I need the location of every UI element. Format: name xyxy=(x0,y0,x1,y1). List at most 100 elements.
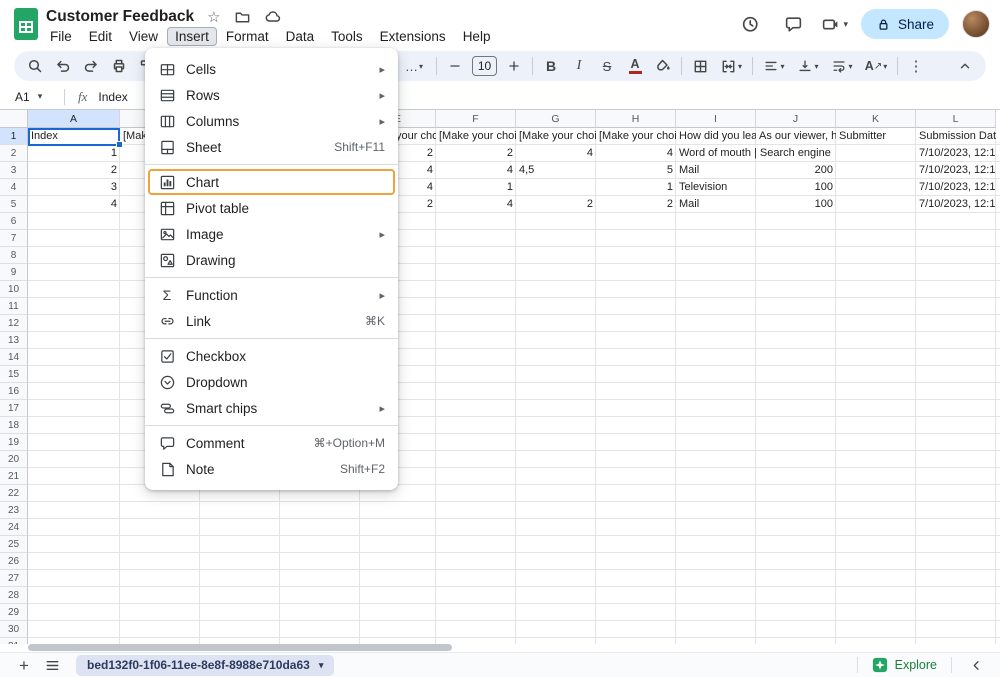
cell-I3[interactable]: Mail xyxy=(676,162,756,179)
row-header-30[interactable]: 30 xyxy=(0,621,28,638)
star-icon[interactable]: ☆ xyxy=(207,10,220,25)
row-header-8[interactable]: 8 xyxy=(0,247,28,264)
row-header-12[interactable]: 12 xyxy=(0,315,28,332)
sheets-logo-icon[interactable] xyxy=(13,7,39,41)
row-header-18[interactable]: 18 xyxy=(0,417,28,434)
column-header-L[interactable]: L xyxy=(916,110,996,128)
cell-I2[interactable]: Word of mouth | Search engine xyxy=(676,145,834,162)
cell-H2[interactable]: 4 xyxy=(596,145,676,162)
increase-font-size-button[interactable] xyxy=(501,53,527,79)
menu-item-comment[interactable]: Comment ⌘+Option+M xyxy=(145,430,398,456)
cell-H4[interactable]: 1 xyxy=(596,179,676,196)
explore-button[interactable]: Explore xyxy=(868,657,941,673)
row-header-22[interactable]: 22 xyxy=(0,485,28,502)
cell-A3[interactable]: 2 xyxy=(28,162,120,179)
meet-button[interactable]: ▾ xyxy=(821,15,848,34)
share-button[interactable]: Share xyxy=(861,9,949,39)
cell-I1[interactable]: How did you lea xyxy=(676,128,756,145)
column-header-J[interactable]: J xyxy=(756,110,836,128)
cell-G3[interactable]: 4,5 xyxy=(516,162,596,179)
row-header-11[interactable]: 11 xyxy=(0,298,28,315)
menu-item-dropdown[interactable]: Dropdown xyxy=(145,369,398,395)
cell-G1[interactable]: [Make your choi xyxy=(516,128,596,145)
more-toolbar-options-button[interactable]: ⋮ xyxy=(903,53,929,79)
version-history-button[interactable] xyxy=(735,9,765,39)
cell-F3[interactable]: 4 xyxy=(436,162,516,179)
cell-G2[interactable]: 4 xyxy=(516,145,596,162)
cell-A2[interactable]: 1 xyxy=(28,145,120,162)
strikethrough-button[interactable]: S xyxy=(594,53,620,79)
hide-menus-button[interactable] xyxy=(952,53,978,79)
menu-file[interactable]: File xyxy=(42,27,80,46)
menu-item-smart-chips[interactable]: Smart chips ▸ xyxy=(145,395,398,421)
row-header-3[interactable]: 3 xyxy=(0,162,28,179)
undo-button[interactable] xyxy=(50,53,76,79)
menu-extensions[interactable]: Extensions xyxy=(372,27,454,46)
row-header-24[interactable]: 24 xyxy=(0,519,28,536)
menu-format[interactable]: Format xyxy=(218,27,277,46)
horizontal-scrollbar-track[interactable] xyxy=(0,644,1000,652)
row-header-15[interactable]: 15 xyxy=(0,366,28,383)
fill-handle[interactable] xyxy=(116,141,123,148)
active-sheet-tab[interactable]: bed132f0-1f06-11ee-8e8f-8988e710da63 ▾ xyxy=(76,655,334,676)
italic-button[interactable]: I xyxy=(566,53,592,79)
cell-L2[interactable]: 7/10/2023, 12:1 xyxy=(916,145,996,162)
menu-item-link[interactable]: Link ⌘K xyxy=(145,308,398,334)
row-header-7[interactable]: 7 xyxy=(0,230,28,247)
menu-edit[interactable]: Edit xyxy=(81,27,120,46)
cell-I5[interactable]: Mail xyxy=(676,196,756,213)
column-header-H[interactable]: H xyxy=(596,110,676,128)
menu-item-sheet[interactable]: Sheet Shift+F11 xyxy=(145,134,398,160)
redo-button[interactable] xyxy=(78,53,104,79)
row-header-14[interactable]: 14 xyxy=(0,349,28,366)
cell-H1[interactable]: [Make your choi xyxy=(596,128,676,145)
cell-A4[interactable]: 3 xyxy=(28,179,120,196)
row-header-28[interactable]: 28 xyxy=(0,587,28,604)
menu-item-function[interactable]: Σ Function ▸ xyxy=(145,282,398,308)
menu-item-image[interactable]: Image ▸ xyxy=(145,221,398,247)
text-rotation-button[interactable]: A↗ ▾ xyxy=(860,53,892,79)
menu-insert[interactable]: Insert xyxy=(167,27,217,46)
menu-item-drawing[interactable]: Drawing xyxy=(145,247,398,273)
select-all-corner[interactable] xyxy=(0,110,28,128)
row-header-9[interactable]: 9 xyxy=(0,264,28,281)
cell-F1[interactable]: [Make your choi xyxy=(436,128,516,145)
print-button[interactable] xyxy=(106,53,132,79)
name-box[interactable]: A1 ▾ xyxy=(0,90,64,104)
row-header-23[interactable]: 23 xyxy=(0,502,28,519)
row-header-27[interactable]: 27 xyxy=(0,570,28,587)
row-header-13[interactable]: 13 xyxy=(0,332,28,349)
fill-color-button[interactable] xyxy=(650,53,676,79)
cell-L5[interactable]: 7/10/2023, 12:1 xyxy=(916,196,996,213)
row-header-6[interactable]: 6 xyxy=(0,213,28,230)
column-header-F[interactable]: F xyxy=(436,110,516,128)
font-size-field[interactable]: 10 xyxy=(472,56,497,76)
formula-input[interactable]: Index xyxy=(98,90,127,104)
row-header-19[interactable]: 19 xyxy=(0,434,28,451)
row-header-16[interactable]: 16 xyxy=(0,383,28,400)
row-header-25[interactable]: 25 xyxy=(0,536,28,553)
menu-item-chart[interactable]: Chart xyxy=(148,169,395,195)
row-header-17[interactable]: 17 xyxy=(0,400,28,417)
row-header-21[interactable]: 21 xyxy=(0,468,28,485)
menu-item-checkbox[interactable]: Checkbox xyxy=(145,343,398,369)
menu-help[interactable]: Help xyxy=(455,27,499,46)
menu-item-pivot-table[interactable]: Pivot table xyxy=(145,195,398,221)
cell-J5[interactable]: 100 xyxy=(756,196,836,213)
row-header-20[interactable]: 20 xyxy=(0,451,28,468)
vertical-align-button[interactable]: ▾ xyxy=(792,53,824,79)
menu-item-columns[interactable]: Columns ▸ xyxy=(145,108,398,134)
menu-item-cells[interactable]: Cells ▸ xyxy=(145,56,398,82)
avatar[interactable] xyxy=(962,10,990,38)
cell-J4[interactable]: 100 xyxy=(756,179,836,196)
cell-J1[interactable]: As our viewer, h xyxy=(756,128,836,145)
menu-data[interactable]: Data xyxy=(278,27,323,46)
cell-G5[interactable]: 2 xyxy=(516,196,596,213)
row-header-5[interactable]: 5 xyxy=(0,196,28,213)
menu-tools[interactable]: Tools xyxy=(323,27,371,46)
merge-cells-button[interactable]: ▾ xyxy=(715,53,747,79)
menu-view[interactable]: View xyxy=(121,27,166,46)
text-wrap-button[interactable]: ▾ xyxy=(826,53,858,79)
column-header-G[interactable]: G xyxy=(516,110,596,128)
cell-L3[interactable]: 7/10/2023, 12:1 xyxy=(916,162,996,179)
